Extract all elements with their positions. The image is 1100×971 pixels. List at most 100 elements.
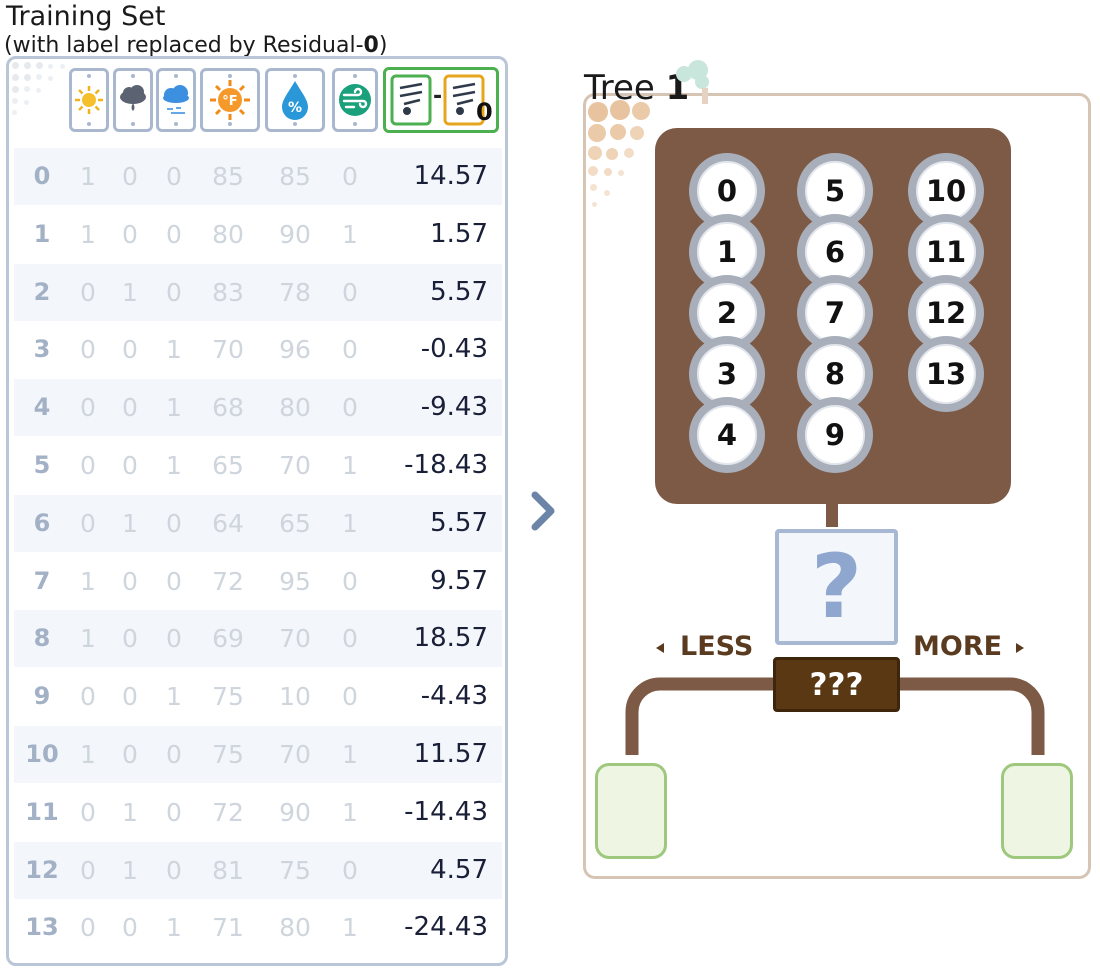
feature-value: 71 bbox=[212, 913, 244, 943]
residual-value: 5.57 bbox=[430, 276, 488, 307]
sample-index: 13 bbox=[925, 357, 967, 391]
feature-value: 85 bbox=[212, 162, 244, 191]
feature-value: 0 bbox=[342, 855, 358, 885]
question-mark: ? bbox=[810, 535, 863, 638]
table-row: 3 0 0 1 70 96 0 -0.43 bbox=[14, 321, 502, 378]
feature-value: 70 bbox=[212, 335, 244, 365]
more-arrow-icon bbox=[1016, 643, 1024, 653]
feature-value: 96 bbox=[279, 335, 311, 365]
table-row: 5 0 0 1 65 70 1 -18.43 bbox=[14, 437, 502, 494]
residual-value: -14.43 bbox=[404, 796, 488, 827]
feature-value: 80 bbox=[212, 219, 244, 249]
row-index: 1 bbox=[33, 219, 51, 248]
sample-ball: 9 bbox=[797, 397, 873, 473]
feature-value: 0 bbox=[166, 855, 182, 885]
chevron-right-icon bbox=[531, 491, 555, 531]
less-label: LESS bbox=[680, 631, 754, 662]
svg-text:%: % bbox=[288, 100, 302, 116]
table-row: 8 1 0 0 69 70 0 18.57 bbox=[14, 610, 502, 668]
feature-value: 0 bbox=[122, 566, 138, 596]
residual-header: - 0 bbox=[383, 67, 499, 133]
feature-value: 0 bbox=[122, 913, 138, 943]
feature-value: 90 bbox=[279, 797, 311, 827]
feature-value: 1 bbox=[166, 335, 182, 365]
residual-value: -24.43 bbox=[404, 912, 488, 943]
feature-value: 65 bbox=[279, 508, 311, 538]
feature-value: 69 bbox=[212, 624, 244, 654]
feature-value: 0 bbox=[166, 740, 182, 769]
sample-index: 9 bbox=[824, 418, 846, 452]
sample-ball: 4 bbox=[689, 397, 765, 473]
prediction-subscript: 0 bbox=[476, 98, 493, 126]
row-index: 9 bbox=[33, 682, 51, 711]
feature-value: 1 bbox=[166, 451, 182, 480]
wind-icon bbox=[332, 68, 378, 132]
minus-sign: - bbox=[433, 84, 443, 109]
feature-value: 68 bbox=[212, 393, 244, 423]
feature-value: 0 bbox=[166, 508, 182, 538]
residual-value: 11.57 bbox=[413, 739, 488, 769]
feature-value: 1 bbox=[342, 913, 358, 943]
feature-value: 0 bbox=[80, 855, 96, 885]
humidity-drop-icon: % bbox=[265, 68, 325, 132]
feature-value: 0 bbox=[122, 624, 138, 654]
feature-value: 70 bbox=[279, 740, 311, 769]
less-arrow-icon bbox=[656, 643, 664, 653]
decorative-dots bbox=[8, 60, 78, 130]
feature-value: 1 bbox=[342, 740, 358, 769]
table-row: 4 0 0 1 68 80 0 -9.43 bbox=[14, 379, 502, 437]
feature-value: 1 bbox=[80, 162, 96, 191]
feature-value: 95 bbox=[279, 566, 311, 596]
feature-value: 1 bbox=[80, 219, 96, 249]
tree-logo-icon bbox=[676, 60, 709, 104]
table-row: 2 0 1 0 83 78 0 5.57 bbox=[14, 263, 502, 321]
feature-value: 0 bbox=[166, 566, 182, 596]
feature-value: 75 bbox=[279, 855, 311, 885]
row-index: 7 bbox=[33, 566, 51, 595]
feature-value: 0 bbox=[166, 797, 182, 827]
feature-value: 0 bbox=[122, 162, 138, 191]
feature-value: 70 bbox=[279, 624, 311, 654]
sample-ball: 13 bbox=[908, 336, 984, 412]
residual-value: 14.57 bbox=[413, 161, 488, 191]
feature-value: 0 bbox=[80, 913, 96, 943]
cloudy-rain-icon bbox=[113, 68, 153, 132]
residual-value: 9.57 bbox=[430, 565, 488, 596]
feature-value: 80 bbox=[279, 913, 311, 943]
right-leaf[interactable] bbox=[1001, 763, 1073, 859]
temperature-fahrenheit-icon: °F bbox=[200, 68, 260, 132]
feature-value: 1 bbox=[166, 393, 182, 423]
table-row: 10 1 0 0 75 70 1 11.57 bbox=[14, 726, 502, 783]
feature-value: 0 bbox=[342, 624, 358, 654]
feature-value: 65 bbox=[212, 451, 244, 480]
feature-value: 0 bbox=[342, 566, 358, 596]
left-leaf[interactable] bbox=[595, 763, 667, 859]
row-index: 13 bbox=[25, 913, 59, 942]
row-index: 6 bbox=[33, 508, 51, 537]
feature-value: 70 bbox=[279, 451, 311, 480]
residual-value: -18.43 bbox=[404, 450, 488, 480]
split-question-box[interactable]: ? bbox=[775, 529, 898, 645]
feature-value: 78 bbox=[279, 277, 311, 307]
residual-value: -0.43 bbox=[420, 334, 488, 365]
row-index: 4 bbox=[33, 393, 51, 422]
feature-value: 1 bbox=[166, 682, 182, 712]
feature-value: 80 bbox=[279, 393, 311, 423]
row-index: 3 bbox=[33, 335, 51, 364]
feature-value: 0 bbox=[80, 277, 96, 307]
feature-value: 0 bbox=[166, 219, 182, 249]
feature-value: 0 bbox=[122, 335, 138, 365]
feature-value: 85 bbox=[279, 162, 311, 191]
residual-value: -4.43 bbox=[420, 681, 488, 712]
sample-index: 4 bbox=[716, 418, 738, 452]
feature-value: 0 bbox=[80, 682, 96, 712]
feature-value: 0 bbox=[342, 162, 358, 191]
feature-value: 0 bbox=[122, 219, 138, 249]
table-row: 1 1 0 0 80 90 1 1.57 bbox=[14, 206, 502, 263]
training-set-title: Training Set bbox=[6, 1, 166, 32]
row-index: 10 bbox=[25, 740, 59, 768]
feature-value: 0 bbox=[122, 682, 138, 712]
feature-value: 90 bbox=[279, 219, 311, 249]
feature-value: 1 bbox=[80, 740, 96, 769]
table-row: 11 0 1 0 72 90 1 -14.43 bbox=[14, 784, 502, 841]
